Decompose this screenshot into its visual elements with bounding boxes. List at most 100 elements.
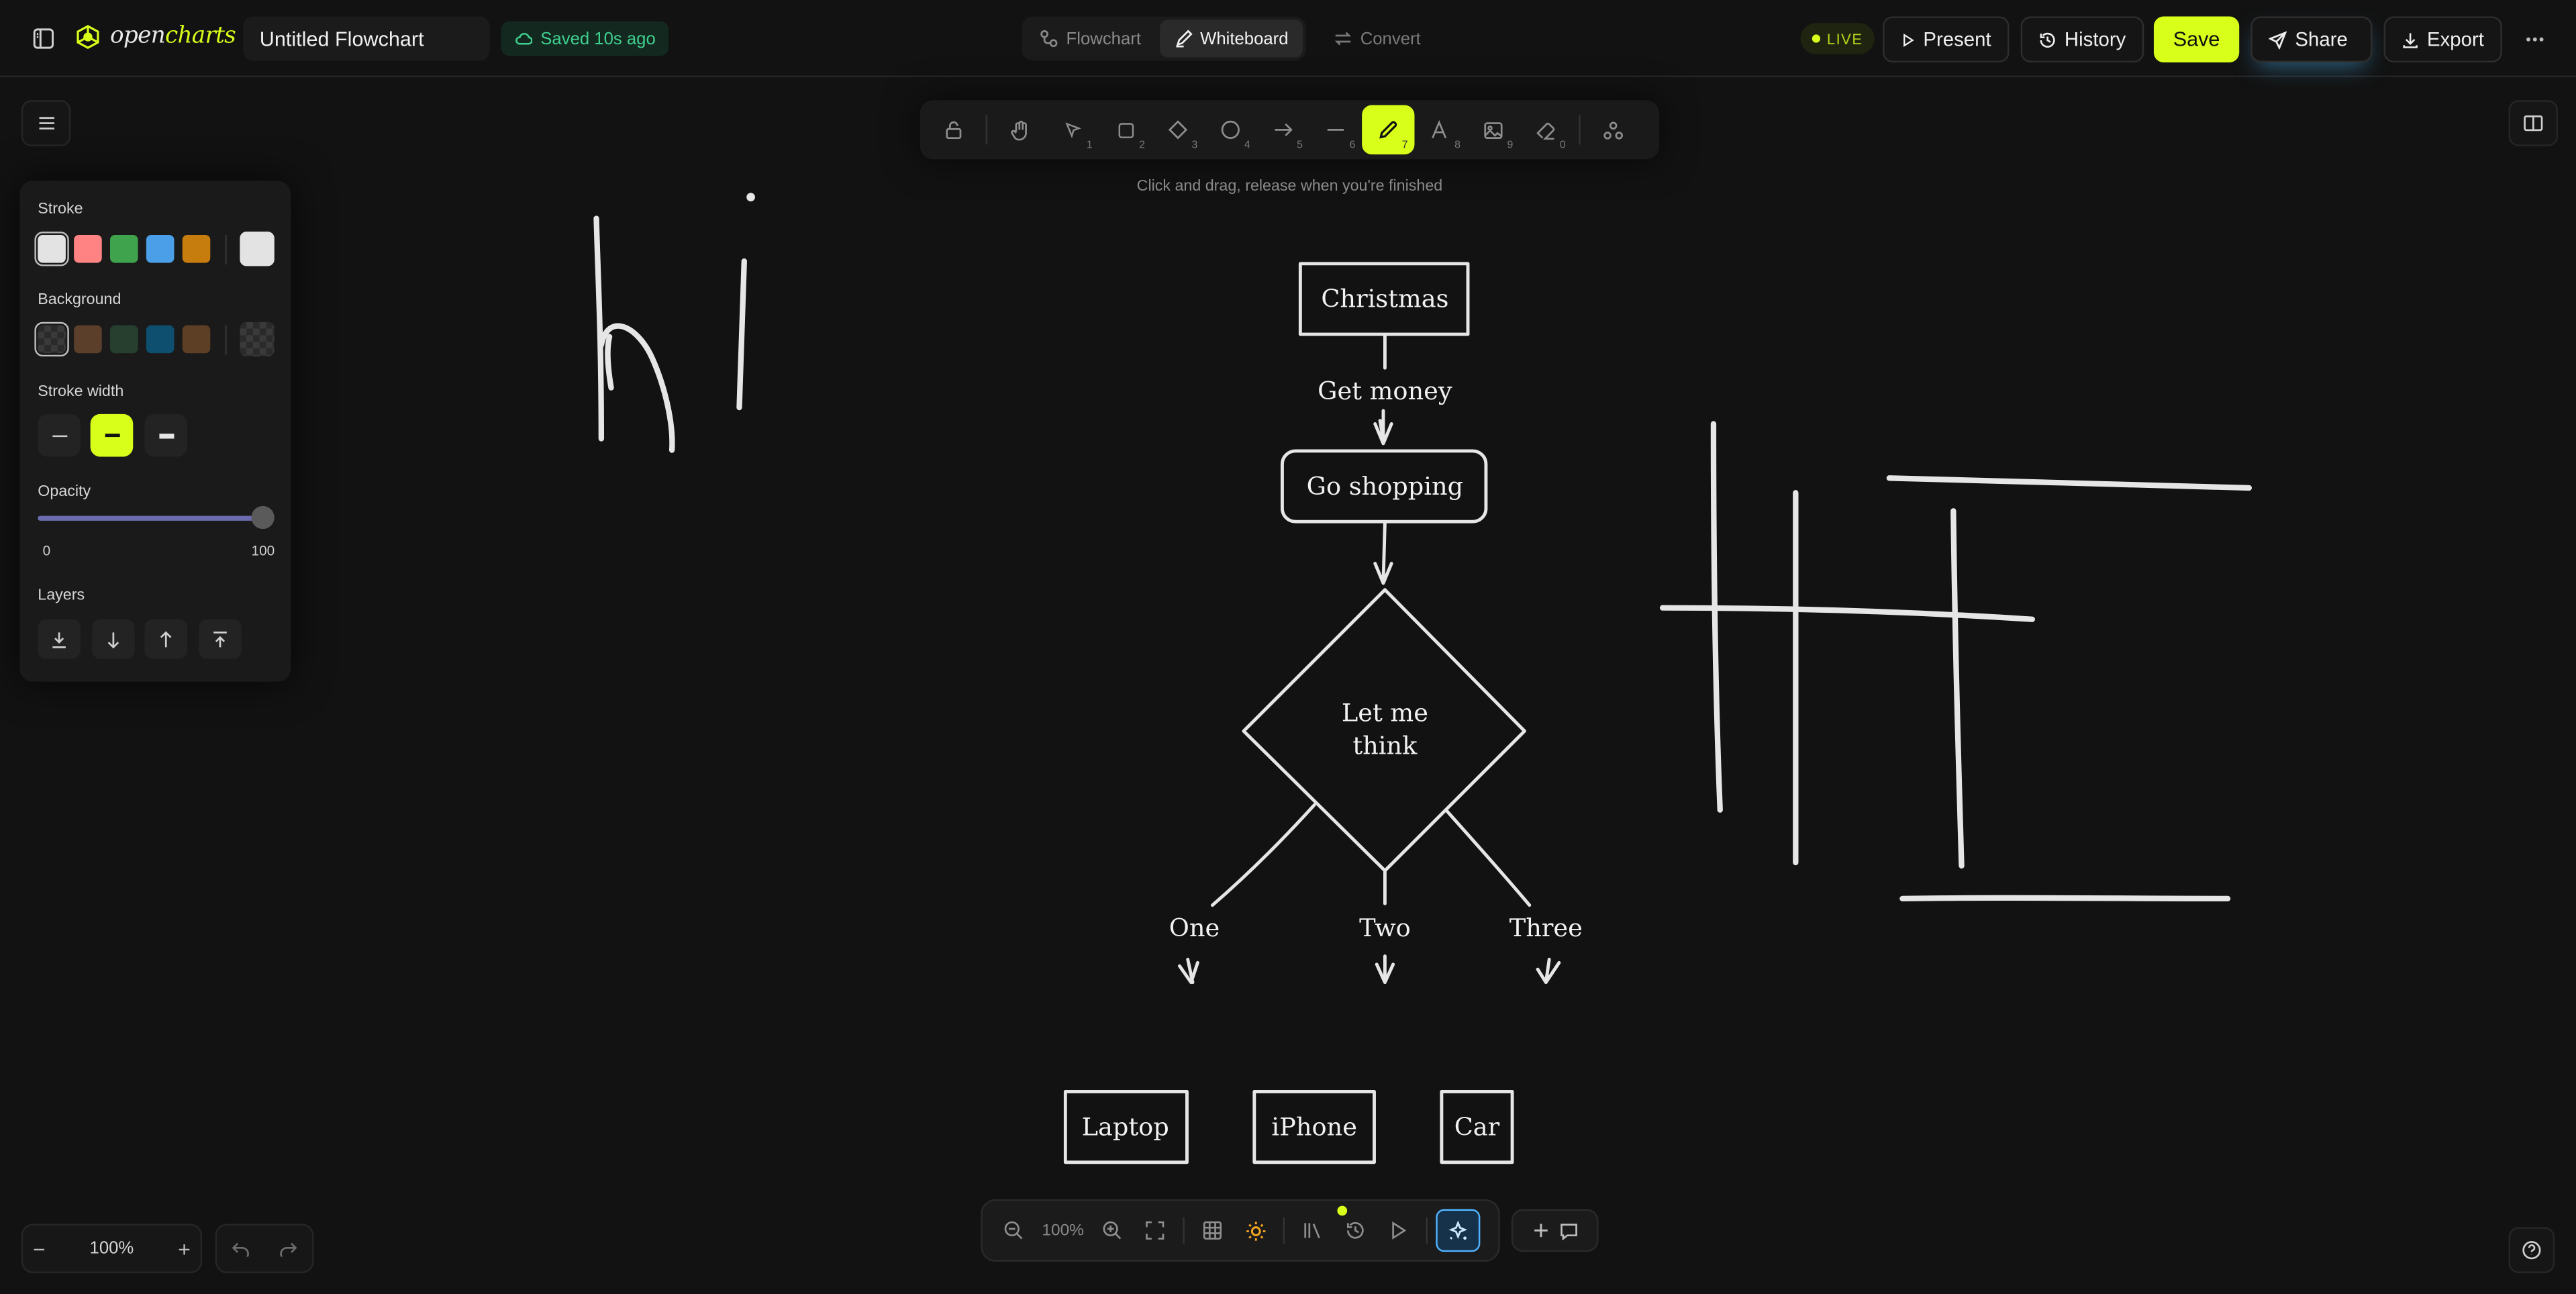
zoom-out-icon[interactable]: − (33, 1236, 46, 1261)
stroke-label: Stroke (38, 200, 83, 219)
send-to-back-button[interactable] (38, 619, 81, 659)
opacity-slider-thumb[interactable] (251, 505, 275, 530)
line-icon (1327, 129, 1344, 131)
zoom-in-button[interactable] (1093, 1211, 1132, 1250)
node-laptop-label[interactable]: Laptop (1082, 1112, 1169, 1141)
tool-diamond[interactable]: 3 (1152, 105, 1204, 154)
opacity-min-label: 0 (42, 542, 51, 559)
undo-redo-controls (215, 1224, 314, 1273)
node-christmas-label[interactable]: Christmas (1321, 285, 1448, 313)
tool-select[interactable]: 1 (1046, 105, 1099, 154)
stroke-color-red[interactable] (74, 235, 102, 263)
stroke-width-extra-bold[interactable] (144, 413, 188, 457)
tool-ellipse[interactable]: 4 (1204, 105, 1256, 154)
stroke-width-bold[interactable] (90, 413, 134, 457)
send-backward-button[interactable] (92, 619, 135, 659)
background-transparent[interactable] (34, 321, 70, 358)
background-color-orange[interactable] (182, 325, 211, 354)
tool-key-hint: 6 (1349, 140, 1356, 152)
diamond-icon (1168, 120, 1188, 140)
tool-key-hint: 9 (1507, 140, 1514, 152)
background-color-picker[interactable] (240, 321, 275, 357)
tool-text[interactable]: 8 (1414, 105, 1467, 154)
stroke-color-white[interactable] (34, 230, 70, 267)
fit-to-screen-button[interactable] (1135, 1211, 1175, 1250)
node-car-label[interactable]: Car (1454, 1112, 1500, 1141)
node-decision-diamond (1242, 588, 1526, 873)
background-color-green[interactable] (109, 325, 138, 354)
undo-icon[interactable] (232, 1241, 250, 1256)
node-decision-label-line2[interactable]: think (1352, 731, 1418, 760)
bring-forward-button[interactable] (144, 619, 188, 659)
sparkles-icon (1448, 1220, 1468, 1239)
arrow-branch-two (1375, 954, 1395, 985)
ellipse-icon (1221, 120, 1240, 139)
freehand-letter-h (593, 215, 675, 453)
layers-label: Layers (38, 586, 85, 605)
tool-hand[interactable] (994, 105, 1046, 154)
arrow-to-decision (1373, 520, 1393, 585)
branch-two-label[interactable]: Two (1359, 913, 1411, 942)
branch-three-label[interactable]: Three (1509, 913, 1583, 942)
pencil-icon (1379, 121, 1397, 139)
fit-screen-icon (1146, 1221, 1165, 1240)
bring-to-front-button[interactable] (199, 619, 242, 659)
library-toggle-button[interactable] (1293, 1211, 1332, 1250)
tool-line[interactable]: 6 (1309, 105, 1362, 154)
tool-hint-text: Click and drag, release when you're fini… (1136, 177, 1443, 196)
stroke-color-green[interactable] (109, 235, 138, 263)
pointer-icon (1064, 121, 1081, 138)
text-icon (1432, 119, 1447, 139)
node-go-shopping-label[interactable]: Go shopping (1307, 472, 1464, 501)
node-decision-label-line1[interactable]: Let me (1342, 699, 1428, 728)
tool-image[interactable]: 9 (1467, 105, 1520, 154)
eraser-icon (1536, 121, 1555, 139)
shapes-icon (1603, 121, 1623, 139)
branch-line-one (1210, 803, 1316, 907)
redo-icon[interactable] (279, 1241, 297, 1256)
tool-arrow[interactable]: 5 (1256, 105, 1309, 154)
sun-icon (1245, 1221, 1265, 1240)
stroke-color-picker[interactable] (240, 232, 275, 266)
zoom-level[interactable]: 100% (90, 1239, 134, 1258)
tool-key-hint: 3 (1191, 140, 1198, 152)
add-comment-button[interactable] (1511, 1209, 1599, 1252)
tool-eraser[interactable]: 0 (1520, 105, 1572, 154)
tool-pencil[interactable]: 7 (1362, 105, 1415, 155)
presentation-play-button[interactable] (1379, 1211, 1418, 1250)
node-iphone-label[interactable]: iPhone (1271, 1112, 1357, 1141)
tool-key-hint: 4 (1244, 140, 1250, 152)
help-button[interactable] (2508, 1227, 2555, 1273)
grid-icon (1203, 1221, 1222, 1240)
zoom-in-icon[interactable]: + (178, 1236, 191, 1261)
history-icon (1346, 1222, 1364, 1239)
help-circle-icon (2522, 1241, 2541, 1260)
arrow-branch-three (1536, 958, 1561, 985)
branch-one-label[interactable]: One (1169, 913, 1220, 942)
grid-toggle-button[interactable] (1193, 1211, 1232, 1250)
branch-line-three (1445, 809, 1532, 907)
zoom-in-icon (1103, 1221, 1122, 1240)
stroke-color-orange[interactable] (182, 235, 211, 263)
edge-get-money-label[interactable]: Get money (1318, 377, 1452, 405)
background-color-brown[interactable] (74, 325, 102, 354)
library-button[interactable] (2508, 100, 2559, 146)
image-icon (1484, 121, 1503, 138)
tool-more-shapes[interactable] (1587, 105, 1639, 154)
book-open-icon (2524, 115, 2543, 132)
tool-rectangle[interactable]: 2 (1099, 105, 1152, 154)
tool-lock[interactable] (927, 105, 979, 154)
ai-assist-button[interactable] (1436, 1209, 1481, 1252)
zoom-out-button[interactable] (994, 1211, 1034, 1250)
version-history-button[interactable] (1336, 1211, 1375, 1250)
stroke-width-thin[interactable] (38, 413, 81, 457)
stroke-color-blue[interactable] (146, 235, 175, 263)
background-color-blue[interactable] (146, 325, 175, 354)
zoom-out-icon (1004, 1221, 1023, 1240)
plus-icon (1533, 1224, 1547, 1238)
main-menu-button[interactable] (21, 100, 71, 146)
opacity-slider-track[interactable] (38, 515, 268, 521)
hand-icon (1011, 119, 1027, 140)
zoom-controls: − 100% + (21, 1224, 203, 1273)
theme-toggle-button[interactable] (1236, 1211, 1275, 1250)
